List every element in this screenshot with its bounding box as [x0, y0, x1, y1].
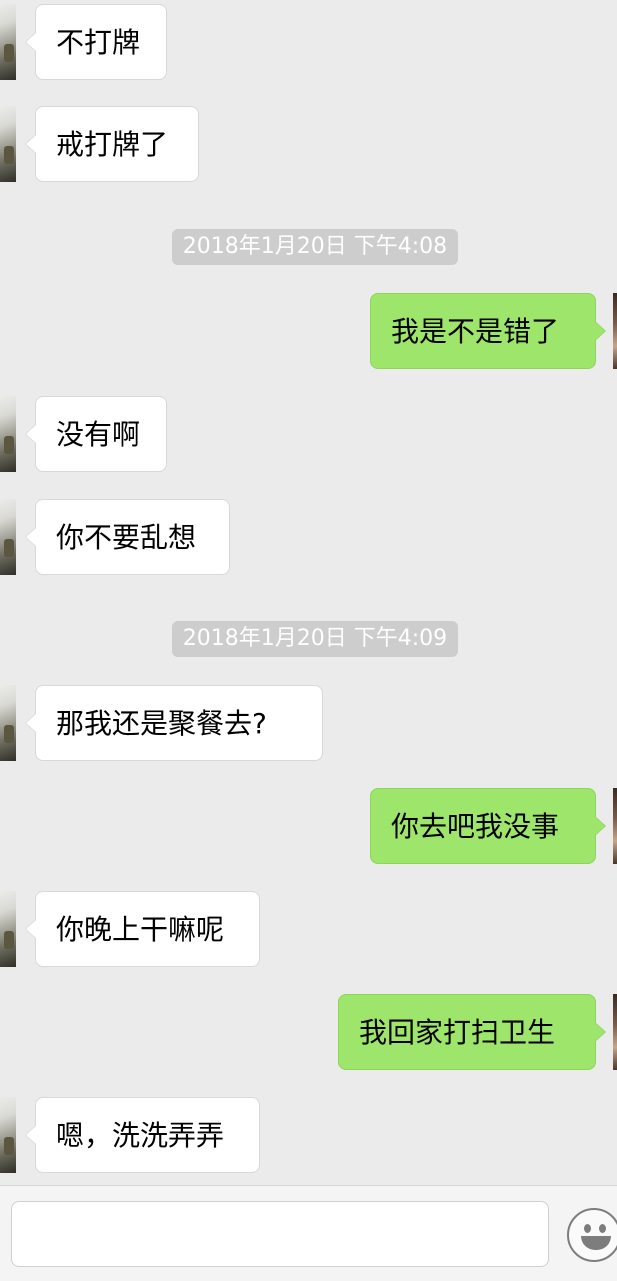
outgoing-message-bubble[interactable]: 你去吧我没事	[370, 788, 606, 864]
contact-avatar[interactable]	[0, 396, 16, 472]
contact-avatar[interactable]	[0, 685, 16, 761]
smiley-eye-left	[584, 1224, 591, 1233]
incoming-message-bubble[interactable]: 嗯，洗洗弄弄	[25, 1097, 260, 1173]
outgoing-message-bubble[interactable]: 我回家打扫卫生	[338, 994, 606, 1070]
contact-avatar[interactable]	[0, 891, 16, 967]
incoming-message-bubble[interactable]: 那我还是聚餐去?	[25, 685, 323, 761]
incoming-message-bubble[interactable]: 不打牌	[25, 4, 167, 80]
outgoing-message-bubble[interactable]: 我是不是错了	[370, 293, 606, 369]
message-input-bar	[0, 1185, 617, 1281]
contact-avatar[interactable]	[0, 4, 16, 80]
contact-avatar[interactable]	[0, 106, 16, 182]
incoming-message-bubble[interactable]: 你晚上干嘛呢	[25, 891, 260, 967]
incoming-message-bubble[interactable]: 没有啊	[25, 396, 167, 472]
smiley-eye-right	[599, 1224, 606, 1233]
contact-avatar[interactable]	[0, 1097, 16, 1173]
self-avatar[interactable]	[613, 293, 617, 369]
timestamp-divider: 2018年1月20日 下午4:09	[172, 621, 458, 657]
message-input-field[interactable]	[11, 1201, 549, 1267]
smiley-face-icon[interactable]	[567, 1208, 617, 1262]
incoming-message-bubble[interactable]: 戒打牌了	[25, 106, 199, 182]
timestamp-divider: 2018年1月20日 下午4:08	[172, 229, 458, 265]
contact-avatar[interactable]	[0, 499, 16, 575]
smiley-mouth	[581, 1236, 611, 1250]
incoming-message-bubble[interactable]: 你不要乱想	[25, 499, 230, 575]
self-avatar[interactable]	[613, 788, 617, 864]
self-avatar[interactable]	[613, 994, 617, 1070]
chat-message-list[interactable]: 不打牌 戒打牌了 2018年1月20日 下午4:08 我是不是错了 没有啊 你不…	[0, 0, 617, 1185]
